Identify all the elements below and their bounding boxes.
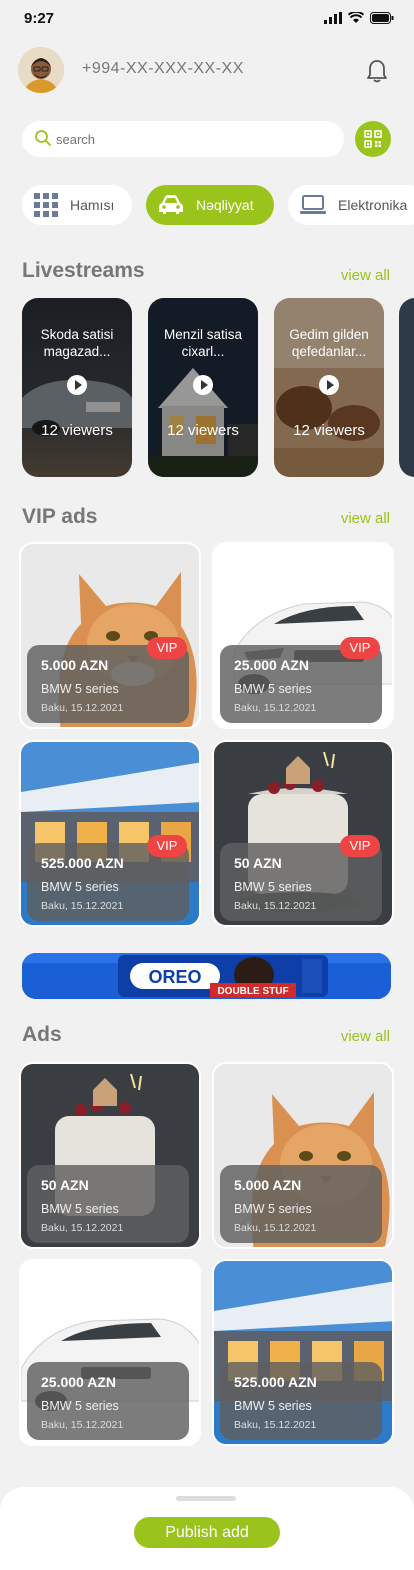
ad-info-panel: 525.000 AZN BMW 5 series Baku, 15.12.202…	[220, 1362, 382, 1440]
ad-title: BMW 5 series	[234, 1399, 312, 1413]
wifi-icon	[348, 12, 364, 23]
ad-info-panel: 25.000 AZN BMW 5 series Baku, 15.12.2021	[27, 1362, 189, 1440]
ad-price: 525.000 AZN	[234, 1374, 317, 1390]
vip-ads-view-all-link[interactable]: view all	[341, 510, 390, 527]
phone-number: +994-XX-XXX-XX-XX	[82, 60, 244, 77]
ad-location-date: Baku, 15.12.2021	[234, 1419, 317, 1431]
oreo-banner-image: OREO DOUBLE STUF	[22, 953, 391, 999]
category-label: Nəqliyyat	[196, 197, 254, 213]
ad-info-panel: 5.000 AZN BMW 5 series Baku, 15.12.2021	[220, 1165, 382, 1243]
search-bar	[22, 121, 344, 157]
ad-location-date: Baku, 15.12.2021	[41, 702, 124, 714]
ad-location-date: Baku, 15.12.2021	[234, 900, 317, 912]
car-icon	[159, 195, 183, 214]
ad-info-panel: 50 AZN BMW 5 series Baku, 15.12.2021	[27, 1165, 189, 1243]
ad-location-date: Baku, 15.12.2021	[41, 1222, 124, 1234]
category-label: Elektronika	[338, 197, 408, 213]
vip-ad-card[interactable]: 5.000 AZN BMW 5 series Baku, 15.12.2021 …	[19, 542, 201, 729]
bell-icon[interactable]	[366, 59, 388, 83]
promo-banner[interactable]: OREO DOUBLE STUF	[22, 953, 391, 999]
ad-location-date: Baku, 15.12.2021	[234, 702, 317, 714]
ad-price: 5.000 AZN	[234, 1177, 302, 1193]
avatar-image	[18, 47, 64, 93]
ad-card[interactable]: 5.000 AZN BMW 5 series Baku, 15.12.2021	[212, 1062, 394, 1249]
banner-brand: OREO	[148, 967, 201, 987]
vip-ad-card[interactable]: 50 AZN BMW 5 series Baku, 15.12.2021 VIP	[212, 740, 394, 927]
category-label: Hamısı	[70, 197, 115, 213]
battery-icon	[370, 12, 394, 24]
ad-title: BMW 5 series	[41, 682, 119, 696]
ad-card[interactable]: 525.000 AZN BMW 5 series Baku, 15.12.202…	[212, 1259, 394, 1446]
search-icon	[35, 130, 51, 146]
livestream-list: Skoda satisi magazad... 12 viewers Menzi…	[22, 298, 414, 478]
play-icon[interactable]	[193, 375, 213, 395]
ad-title: BMW 5 series	[41, 880, 119, 894]
ad-title: BMW 5 series	[234, 682, 312, 696]
ads-view-all-link[interactable]: view all	[341, 1028, 390, 1045]
ads-title: Ads	[22, 1023, 62, 1046]
search-input[interactable]	[56, 121, 336, 157]
laptop-icon	[300, 195, 326, 214]
drag-handle[interactable]	[176, 1496, 236, 1501]
livestream-viewers: 12 viewers	[167, 422, 239, 439]
livestream-card[interactable]: Skoda satisi magazad... 12 viewers	[22, 298, 132, 477]
play-icon[interactable]	[67, 375, 87, 395]
status-bar: 9:27	[0, 0, 414, 40]
vip-ad-card[interactable]: 525.000 AZN BMW 5 series Baku, 15.12.202…	[19, 740, 201, 927]
vip-ads-title: VIP ads	[22, 505, 98, 528]
ad-title: BMW 5 series	[41, 1202, 119, 1216]
play-icon[interactable]	[319, 375, 339, 395]
category-electronics[interactable]: Elektronika	[288, 185, 414, 225]
ad-price: 50 AZN	[234, 855, 282, 871]
signal-icon	[324, 12, 342, 24]
vip-badge: VIP	[147, 637, 187, 659]
status-icons	[324, 12, 394, 24]
category-transport[interactable]: Nəqliyyat	[146, 185, 274, 225]
livestream-viewers: 12 viewers	[41, 422, 113, 439]
livestreams-title: Livestreams	[22, 259, 145, 282]
avatar[interactable]	[18, 47, 64, 93]
livestream-title: Skoda satisi magazad...	[40, 327, 114, 359]
status-time: 9:27	[24, 10, 55, 27]
category-all[interactable]: Hamısı	[22, 185, 132, 225]
livestreams-view-all-link[interactable]: view all	[341, 267, 390, 284]
livestream-card[interactable]	[399, 298, 414, 477]
header: +994-XX-XXX-XX-XX	[18, 47, 396, 93]
ad-title: BMW 5 series	[234, 1202, 312, 1216]
vip-badge: VIP	[340, 637, 380, 659]
ad-price: 50 AZN	[41, 1177, 89, 1193]
ad-location-date: Baku, 15.12.2021	[41, 1419, 124, 1431]
grid-icon	[34, 193, 58, 217]
ad-price: 525.000 AZN	[41, 855, 124, 871]
livestream-title: Gedim gilden qefedanlar...	[289, 327, 369, 359]
vip-ad-card[interactable]: 25.000 AZN BMW 5 series Baku, 15.12.2021…	[212, 542, 394, 729]
bottom-sheet: Publish add	[0, 1487, 414, 1570]
livestream-card[interactable]: Gedim gilden qefedanlar... 12 viewers	[274, 298, 384, 477]
livestream-card[interactable]: Menzil satisa cixarl... 12 viewers	[148, 298, 258, 477]
qr-code-icon	[364, 130, 382, 148]
vip-badge: VIP	[340, 835, 380, 857]
banner-tagline: DOUBLE STUF	[217, 986, 288, 997]
ad-card[interactable]: 50 AZN BMW 5 series Baku, 15.12.2021	[19, 1062, 201, 1249]
ad-price: 25.000 AZN	[234, 657, 309, 673]
ad-title: BMW 5 series	[41, 1399, 119, 1413]
vip-badge: VIP	[147, 835, 187, 857]
livestream-title: Menzil satisa cixarl...	[163, 327, 243, 359]
ad-card[interactable]: 25.000 AZN BMW 5 series Baku, 15.12.2021	[19, 1259, 201, 1446]
publish-ad-button[interactable]: Publish add	[134, 1517, 280, 1548]
ad-title: BMW 5 series	[234, 880, 312, 894]
qr-scan-button[interactable]	[355, 121, 391, 157]
ad-price: 25.000 AZN	[41, 1374, 116, 1390]
livestream-viewers: 12 viewers	[293, 422, 365, 439]
ad-price: 5.000 AZN	[41, 657, 109, 673]
category-tabs: Hamısı Nəqliyyat Elektronika	[22, 185, 414, 225]
ad-location-date: Baku, 15.12.2021	[41, 900, 124, 912]
ad-location-date: Baku, 15.12.2021	[234, 1222, 317, 1234]
